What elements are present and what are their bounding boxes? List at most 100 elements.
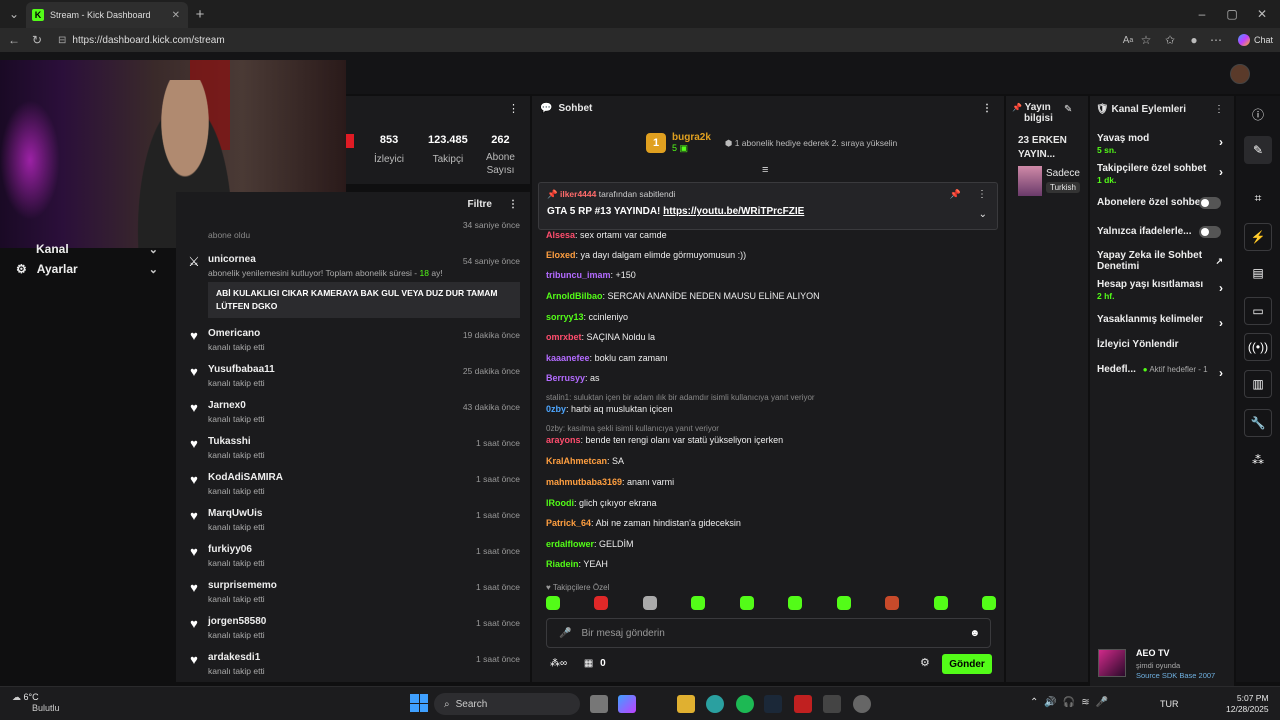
more-options-icon[interactable]: ⋮ [508,102,519,115]
chat-username[interactable]: Riadein [546,559,579,569]
more-options-icon[interactable]: ⋮ [1214,104,1224,115]
chat-username[interactable]: omrxbet [546,332,582,342]
chat-username[interactable]: ArnoldBilbao [546,291,603,301]
game-notification[interactable]: AEO TV şimdi oyunda Source SDK Base 2007 [1090,640,1234,686]
tab-list-icon[interactable]: ⌄ [4,4,24,24]
favorites-icon[interactable]: ✩ [1160,30,1180,50]
edit-icon[interactable]: ✎ [1064,104,1072,115]
follower-name[interactable]: KodAdiSAMIRA [208,472,520,483]
reload-icon[interactable]: ↻ [27,30,47,50]
follower-name[interactable]: furkiyy06 [208,544,520,555]
emote[interactable] [981,596,996,610]
collapse-icon[interactable]: ≡ [762,164,768,176]
file-explorer-icon[interactable] [677,695,695,713]
sidebar-item-kanal[interactable]: Kanal ⌄ [0,242,174,256]
wrench-icon[interactable]: 🔧 [1244,409,1272,437]
screenshot-icon[interactable]: ⌗ [1244,184,1272,212]
store-icon[interactable]: ▦ [584,658,593,669]
gift-user[interactable]: bugra2k [672,132,711,143]
url-field[interactable]: ⊟ https://dashboard.kick.com/stream [48,31,1148,49]
app-icon[interactable] [794,695,812,713]
subs-chat-toggle[interactable] [1199,197,1221,209]
redirect-row[interactable]: İzleyici Yönlendir [1097,339,1227,350]
follower-name[interactable]: jorgen58580 [208,616,520,627]
account-age-row[interactable]: Hesap yaşı kısıtlaması 2 hf. › [1097,279,1227,301]
chat-username[interactable]: erdalflower [546,539,594,549]
more-options-icon[interactable]: ⋮ [508,199,518,210]
chevron-down-icon[interactable]: ⌄ [979,209,987,220]
input-language[interactable]: TUR [1160,699,1179,709]
obs-icon[interactable] [853,695,871,713]
chat-username[interactable]: Eloxed [546,250,576,260]
chat-username[interactable]: Alsesa [546,230,575,240]
lightning-icon[interactable]: ⚡ [1244,223,1272,251]
slow-mode-row[interactable]: Yavaş mod 5 sn. › [1097,133,1227,155]
user-avatar[interactable] [1230,64,1250,84]
chat-input[interactable]: 🎤 Bir mesaj gönderin ☻ [546,618,991,648]
spotify-icon[interactable] [736,695,754,713]
emote[interactable] [546,596,560,610]
read-aloud-icon[interactable]: Aa [1118,30,1138,50]
emotes-only-toggle[interactable] [1199,226,1221,238]
more-icon[interactable]: ⋯ [1206,30,1226,50]
chat-settings-icon[interactable]: ⚙ [920,656,930,669]
chat-username[interactable]: sorryy13 [546,312,584,322]
close-tab-icon[interactable]: ✕ [172,10,180,21]
goals-row[interactable]: Hedefl... ● Aktif hedefler - 1 › [1097,364,1227,380]
follower-name[interactable]: ardakesdi1 [208,652,520,663]
chat-username[interactable]: kaaanefee [546,353,590,363]
followers-chat-row[interactable]: Takipçilere özel sohbet 1 dk. › [1097,163,1227,185]
back-icon[interactable]: ← [4,30,24,50]
profile-avatar-icon[interactable]: ● [1184,30,1204,50]
pinned-by-user[interactable]: ilker4444 [560,189,596,199]
banned-words-row[interactable]: Yasaklanmış kelimeler › [1097,314,1227,330]
apps-icon[interactable]: ⁂ [1244,446,1272,474]
maximize-icon[interactable]: ▢ [1222,4,1242,24]
emote[interactable] [739,596,754,610]
points-icon[interactable]: ⁂∞ [550,658,567,669]
clock[interactable]: 5:07 PM 12/28/2025 [1226,693,1269,716]
microphone-icon[interactable]: 🎤 [559,628,571,639]
chat-icon[interactable]: ▭ [1244,297,1272,325]
browser-tab[interactable]: K Stream - Kick Dashboard ✕ [26,2,188,28]
info-icon[interactable]: ⓘ [1244,100,1272,128]
sidebar-item-ayarlar[interactable]: ⚙ Ayarlar ⌄ [0,256,174,282]
chat-username[interactable]: mahmutbaba3169 [546,477,622,487]
emote[interactable] [933,596,948,610]
chat-username[interactable]: 0zby [546,404,566,414]
unpin-icon[interactable]: 📌 [950,189,961,200]
site-info-icon[interactable]: ⊟ [58,35,66,46]
broadcast-icon[interactable]: ((•)) [1244,333,1272,361]
task-view-icon[interactable] [590,695,608,713]
emote[interactable] [642,596,657,610]
more-options-icon[interactable]: ⋮ [977,189,987,200]
weather-widget[interactable]: ☁ 6°C Bulutlu [12,692,60,715]
send-button[interactable]: Gönder [942,654,992,674]
ai-moderation-row[interactable]: Yapay Zeka ile Sohbet Denetimi ↗ [1097,250,1227,272]
copilot-chat-button[interactable]: Chat [1232,31,1279,49]
minimize-icon[interactable]: – [1192,4,1212,24]
follower-name[interactable]: Tukasshi [208,436,520,447]
edge-icon[interactable] [706,695,724,713]
app-icon-2[interactable] [823,695,841,713]
new-tab-icon[interactable]: + [190,4,210,24]
chat-username[interactable]: arayons [546,435,581,445]
chat-username[interactable]: Berrusyy [546,373,585,383]
notes-icon[interactable]: ▤ [1244,259,1272,287]
follower-name[interactable]: surprisememo [208,580,520,591]
chat-username[interactable]: lRoodi [546,498,574,508]
chat-username[interactable]: tribuncu_imam [546,270,611,280]
filter-button[interactable]: Filtre [468,199,492,210]
more-options-icon[interactable]: ⋮ [982,103,992,114]
favorite-star-icon[interactable]: ☆ [1136,30,1156,50]
emote[interactable] [788,596,803,610]
emote[interactable] [594,596,609,610]
start-button[interactable] [410,694,428,712]
edit-icon[interactable]: ✎ [1244,136,1272,164]
steam-icon[interactable] [764,695,782,713]
chat-username[interactable]: KralAhmetcan [546,456,607,466]
emoji-icon[interactable]: ☻ [969,628,980,639]
emote[interactable] [885,596,900,610]
taskbar-search[interactable]: ⌕ Search [434,693,580,715]
emote[interactable] [836,596,851,610]
